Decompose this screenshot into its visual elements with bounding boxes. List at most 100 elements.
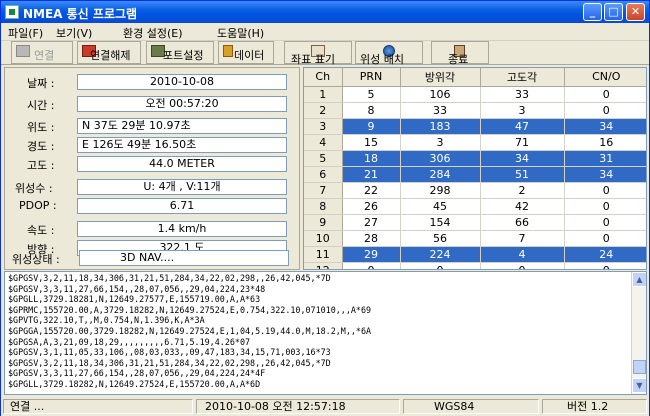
disconnect-button[interactable]: 연결해제 <box>77 41 141 64</box>
col-header-cn0[interactable]: CN/O <box>564 68 646 87</box>
table-row[interactable]: 12 0 0 0 0 <box>304 262 646 269</box>
cell-prn: 15 <box>342 134 401 151</box>
coord-display-button[interactable]: 좌표 표기 <box>284 41 352 66</box>
connect-button[interactable]: 연결 <box>11 41 73 64</box>
cell-el: 7 <box>480 230 565 247</box>
cell-el: 3 <box>480 102 565 119</box>
minimize-button[interactable]: _ <box>583 3 602 21</box>
data-button[interactable]: 데이터 <box>218 41 274 64</box>
cell-az: 284 <box>400 166 481 183</box>
speed-field: 1.4 km/h <box>77 221 287 237</box>
cell-el: 51 <box>480 166 565 183</box>
close-button[interactable]: ✕ <box>626 3 645 21</box>
scroll-up-icon[interactable]: ▲ <box>632 272 646 287</box>
satellite-status-field: 3D NAV.... <box>79 250 289 266</box>
cell-el: 66 <box>480 214 565 231</box>
status-datum: WGS84 <box>403 399 539 414</box>
app-window: NMEA 통신 프로그램 _ □ ✕ 파일(F) 보기(V) 환경 설정(E) … <box>0 0 650 416</box>
log-line: $GPGSA,A,3,21,09,18,29,,,,,,,,,6.71,5.19… <box>8 336 251 347</box>
cell-prn: 8 <box>342 102 401 119</box>
cell-az: 33 <box>400 102 481 119</box>
col-header-elevation[interactable]: 고도각 <box>480 68 565 87</box>
cell-prn: 0 <box>342 262 401 269</box>
toolbar: 연결 연결해제 포트설정 데이터 좌표 표기 위성 배치 종료 <box>1 41 649 66</box>
plug-icon <box>16 45 30 57</box>
cell-az: 154 <box>400 214 481 231</box>
cell-el: 33 <box>480 86 565 103</box>
cell-az: 106 <box>400 86 481 103</box>
satellite-status-row: 위성상태 : 3D NAV.... <box>4 250 300 268</box>
log-line: $GPGSV,3,1,11,05,33,106,,08,03,033,,09,4… <box>8 347 331 358</box>
cell-az: 0 <box>400 262 481 269</box>
cell-ch: 6 <box>304 166 343 183</box>
cell-az: 298 <box>400 182 481 199</box>
menu-file[interactable]: 파일(F) <box>8 25 43 41</box>
table-row[interactable]: 10 28 56 7 0 <box>304 230 646 247</box>
cell-cn: 24 <box>564 246 646 263</box>
date-field: 2010-10-08 <box>77 74 287 90</box>
cell-prn: 22 <box>342 182 401 199</box>
nmea-log[interactable]: $GPGSV,3,2,11,18,34,306,31,21,51,284,34,… <box>4 271 647 395</box>
cell-az: 45 <box>400 198 481 215</box>
table-row[interactable]: 8 26 45 42 0 <box>304 198 646 215</box>
cell-ch: 1 <box>304 86 343 103</box>
table-row[interactable]: 3 9 183 47 34 <box>304 118 646 135</box>
cell-cn: 0 <box>564 262 646 269</box>
table-row[interactable]: 9 27 154 66 0 <box>304 214 646 231</box>
app-icon <box>5 5 19 19</box>
cell-cn: 0 <box>564 182 646 199</box>
status-bar: 연결 ... 2010-10-08 오전 12:57:18 WGS84 버전 1… <box>1 397 649 416</box>
table-row[interactable]: 7 22 298 2 0 <box>304 182 646 199</box>
log-line: $GPGSV,3,3,11,27,66,154,,28,07,056,,29,0… <box>8 368 266 379</box>
status-datetime: 2010-10-08 오전 12:57:18 <box>196 399 400 414</box>
nmea-log-text: $GPGSV,3,2,11,18,34,306,31,21,51,284,34,… <box>8 273 628 390</box>
port-settings-button[interactable]: 포트설정 <box>146 41 214 64</box>
cell-prn: 21 <box>342 166 401 183</box>
table-row[interactable]: 2 8 33 3 0 <box>304 102 646 119</box>
cell-cn: 0 <box>564 230 646 247</box>
col-header-prn[interactable]: PRN <box>342 68 401 87</box>
cell-cn: 34 <box>564 118 646 135</box>
menu-view[interactable]: 보기(V) <box>56 25 92 41</box>
menu-help[interactable]: 도움말(H) <box>217 25 264 41</box>
cell-prn: 29 <box>342 246 401 263</box>
satellite-table[interactable]: Ch PRN 방위각 고도각 CN/O 1 5 106 33 0 2 8 33 3 0 3 9 183 4… <box>303 67 647 270</box>
cell-el: 4 <box>480 246 565 263</box>
log-line: $GPRMC,155720.00,A,3729.18282,N,12649.27… <box>8 304 372 315</box>
table-row[interactable]: 5 18 306 34 31 <box>304 150 646 167</box>
cell-el: 42 <box>480 198 565 215</box>
cell-prn: 5 <box>342 86 401 103</box>
title-bar[interactable]: NMEA 통신 프로그램 _ □ ✕ <box>1 1 649 23</box>
cell-cn: 0 <box>564 86 646 103</box>
maximize-button[interactable]: □ <box>604 3 623 21</box>
cell-cn: 0 <box>564 214 646 231</box>
cell-ch: 5 <box>304 150 343 167</box>
scroll-thumb[interactable] <box>633 360 646 374</box>
cell-ch: 7 <box>304 182 343 199</box>
cell-prn: 26 <box>342 198 401 215</box>
data-icon <box>223 45 233 57</box>
cell-ch: 11 <box>304 246 343 263</box>
scroll-down-icon[interactable]: ▼ <box>632 378 646 393</box>
cell-ch: 2 <box>304 102 343 119</box>
table-row[interactable]: 1 5 106 33 0 <box>304 86 646 103</box>
log-line: $GPGSV,3,2,11,18,34,306,31,21,51,284,34,… <box>8 357 331 368</box>
status-version: 버전 1.2 <box>542 399 647 414</box>
col-header-azimuth[interactable]: 방위각 <box>400 68 481 87</box>
pdop-field: 6.71 <box>77 198 287 214</box>
log-scrollbar[interactable]: ▲ ▼ <box>631 272 646 394</box>
satellite-layout-button[interactable]: 위성 배치 <box>355 41 423 66</box>
log-line: $GPGGA,155720.00,3729.18282,N,12649.2752… <box>8 325 372 336</box>
cell-el: 71 <box>480 134 565 151</box>
table-row[interactable]: 11 29 224 4 24 <box>304 246 646 263</box>
table-row[interactable]: 6 21 284 51 34 <box>304 166 646 183</box>
gps-info-panel: 날짜 : 2010-10-08 시간 : 오전 00:57:20 위도 : N … <box>4 67 300 270</box>
log-line: $GPGSV,3,3,11,27,66,154,,28,07,056,,29,0… <box>8 283 266 294</box>
time-field: 오전 00:57:20 <box>77 96 287 112</box>
exit-button[interactable]: 종료 <box>431 41 489 66</box>
menu-settings[interactable]: 환경 설정(E) <box>123 25 183 41</box>
table-row[interactable]: 4 15 3 71 16 <box>304 134 646 151</box>
col-header-ch[interactable]: Ch <box>304 68 343 87</box>
altitude-field: 44.0 METER <box>77 156 287 172</box>
cell-ch: 10 <box>304 230 343 247</box>
